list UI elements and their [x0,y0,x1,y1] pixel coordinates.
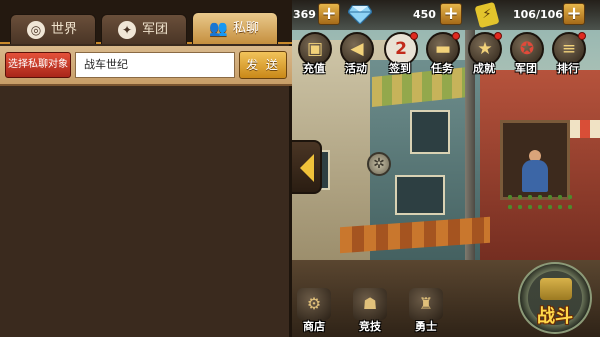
legion-emblem-icon: ✦ [118,21,136,39]
recharge-button[interactable]: ▣ 充值 [294,32,334,76]
select-recipient-button[interactable]: 选择私聊对象 [5,52,71,78]
warrior-icon: ♜ [418,294,434,313]
add-gold-button[interactable]: + [318,3,340,25]
sign-in-label: 签到 [389,62,411,75]
arena-label: 竞技 [359,320,381,333]
megaphone-icon: ◀ [350,39,364,59]
tab-world[interactable]: ◎ 世界 [10,14,96,44]
diamond-value: 450 [413,8,436,21]
events-label: 活动 [345,62,367,75]
plants [505,192,575,212]
sign-in-button[interactable]: 2 签到 [380,32,420,76]
send-button[interactable]: 发 送 [239,51,287,79]
warrior-label: 勇士 [415,320,437,333]
private-chat-input-row: 选择私聊对象 战车世纪 发 送 [0,46,292,86]
tasks-button[interactable]: ▬ 任务 [422,32,462,76]
energy-value: 106/106 [513,8,563,21]
gold-value: 369 [293,8,316,21]
tasks-label: 任务 [431,62,453,75]
notification-dot [452,32,460,40]
arrow-left-icon [300,154,314,182]
recipient-input[interactable]: 战车世纪 [75,52,235,78]
tab-world-label: 世界 [51,22,78,37]
treasure-chest-icon: ▣ [306,39,324,59]
window [410,110,450,154]
battle-button[interactable]: 战斗 [518,262,592,334]
wings-emblem-icon: ✪ [519,39,535,59]
add-diamond-button[interactable]: + [440,3,462,25]
tank-icon [540,278,572,300]
gear-icon[interactable]: ✲ [367,152,391,176]
arena-button[interactable]: ☗ 竞技 [348,288,392,334]
recharge-label: 充值 [303,62,325,75]
tab-legion[interactable]: ✦ 军团 [101,14,187,44]
arena-icon: ☗ [362,294,378,313]
tab-private-label: 私聊 [233,21,260,36]
shop-label: 商店 [303,320,325,333]
collapse-chat-button[interactable] [292,140,322,194]
notification-dot [410,32,418,40]
notification-dot [578,32,586,40]
ranking-label: 排行 [557,62,579,75]
npc-character[interactable] [522,160,548,192]
notification-dot [494,32,502,40]
shop-icon: ⚙ [306,294,322,313]
diamond-icon [348,5,372,24]
warrior-button[interactable]: ♜ 勇士 [404,288,448,334]
chat-panel: ◎ 世界 ✦ 军团 👥 私聊 选择私聊对象 战车世纪 发 送 [0,0,292,337]
shop-button[interactable]: ⚙ 商店 [292,288,336,334]
chat-message-area[interactable] [0,88,289,337]
legion-label: 军团 [515,62,537,75]
battle-label: 战斗 [537,306,573,327]
ranking-button[interactable]: ≡ 排行 [548,32,588,76]
add-energy-button[interactable]: + [563,3,585,25]
tab-private[interactable]: 👥 私聊 [192,12,278,44]
events-button[interactable]: ◀ 活动 [336,32,376,76]
achievements-label: 成就 [473,62,495,75]
globe-icon: ◎ [27,21,45,39]
chat-tab-bar: ◎ 世界 ✦ 军团 👥 私聊 [0,0,292,44]
energy-icon: ⚡ [474,1,500,29]
legion-button[interactable]: ✪ 军团 [506,32,546,76]
tab-legion-label: 军团 [142,22,169,37]
window [395,175,445,215]
people-icon: 👥 [209,19,228,37]
achievements-button[interactable]: ★ 成就 [464,32,504,76]
